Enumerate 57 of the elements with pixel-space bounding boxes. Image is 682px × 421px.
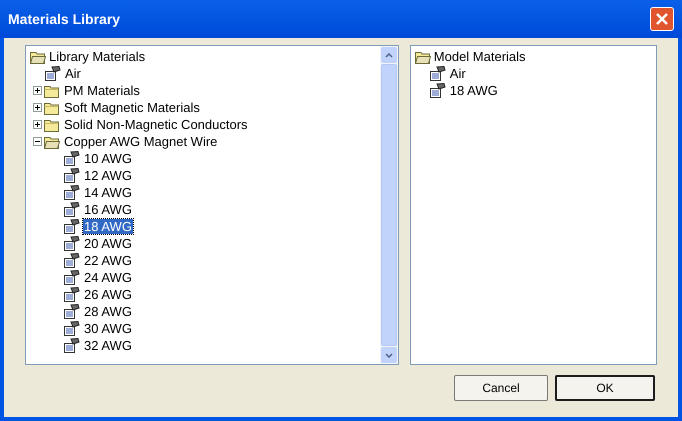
tree-item[interactable]: 14 AWG bbox=[83, 185, 133, 200]
tree-item[interactable]: Solid Non-Magnetic Conductors bbox=[63, 117, 249, 132]
material-document-icon bbox=[428, 66, 446, 81]
tree-item[interactable]: 26 AWG bbox=[83, 287, 133, 302]
material-document-icon bbox=[63, 236, 80, 251]
folder-icon bbox=[44, 100, 60, 114]
material-document-icon bbox=[63, 321, 80, 336]
material-document-icon bbox=[63, 304, 80, 319]
tree-item[interactable]: Library Materials bbox=[49, 49, 146, 64]
tree-item[interactable]: PM Materials bbox=[63, 83, 141, 98]
tree-item[interactable]: Air bbox=[64, 66, 82, 81]
expand-toggle[interactable] bbox=[32, 120, 42, 129]
scroll-up-button[interactable] bbox=[380, 47, 397, 63]
material-document-icon bbox=[44, 66, 61, 81]
scroll-thumb[interactable] bbox=[380, 64, 397, 346]
dialog-button[interactable]: OK bbox=[555, 375, 655, 401]
plus-icon bbox=[34, 121, 40, 128]
window-title: Materials Library bbox=[8, 10, 120, 29]
material-document-icon bbox=[428, 83, 446, 98]
tree-item[interactable]: Air bbox=[448, 66, 467, 81]
material-document-icon bbox=[63, 270, 80, 285]
tree-item[interactable]: 32 AWG bbox=[83, 338, 133, 353]
material-document-icon bbox=[63, 253, 80, 268]
tree-item[interactable]: 16 AWG bbox=[83, 202, 133, 217]
close-icon bbox=[655, 12, 669, 26]
plus-icon bbox=[34, 104, 40, 111]
material-document-icon bbox=[63, 287, 80, 302]
material-document-icon bbox=[63, 168, 80, 183]
close-button[interactable] bbox=[650, 7, 674, 31]
scroll-down-button[interactable] bbox=[380, 347, 397, 363]
tree-item[interactable]: 10 AWG bbox=[83, 151, 133, 166]
material-document-icon bbox=[63, 338, 80, 353]
tree-item[interactable]: Copper AWG Magnet Wire bbox=[63, 134, 218, 149]
material-document-icon bbox=[63, 202, 80, 217]
collapse-toggle[interactable] bbox=[32, 137, 42, 146]
tree-item[interactable]: 18 AWG bbox=[448, 83, 499, 98]
tree-item[interactable]: Soft Magnetic Materials bbox=[63, 100, 201, 115]
minus-icon bbox=[34, 138, 40, 145]
tree-item[interactable]: Model Materials bbox=[434, 49, 526, 64]
vertical-scrollbar[interactable] bbox=[380, 46, 398, 364]
open-folder-icon bbox=[44, 134, 60, 148]
tree-item[interactable]: 20 AWG bbox=[83, 236, 133, 251]
tree-item[interactable]: 24 AWG bbox=[83, 270, 133, 285]
expand-toggle[interactable] bbox=[32, 103, 42, 112]
dialog-button[interactable]: Cancel bbox=[454, 375, 548, 401]
tree-item[interactable]: 30 AWG bbox=[83, 321, 133, 336]
material-document-icon bbox=[63, 219, 80, 234]
tree-item[interactable]: 18 AWG bbox=[83, 219, 133, 234]
material-document-icon bbox=[63, 151, 80, 166]
tree-item[interactable]: 12 AWG bbox=[83, 168, 133, 183]
expand-toggle[interactable] bbox=[32, 86, 42, 95]
tree-item[interactable]: 28 AWG bbox=[83, 304, 133, 319]
folder-icon bbox=[44, 118, 60, 132]
tree-item[interactable]: 22 AWG bbox=[83, 253, 133, 268]
folder-icon bbox=[44, 84, 60, 98]
plus-icon bbox=[34, 87, 40, 94]
material-document-icon bbox=[63, 185, 80, 200]
